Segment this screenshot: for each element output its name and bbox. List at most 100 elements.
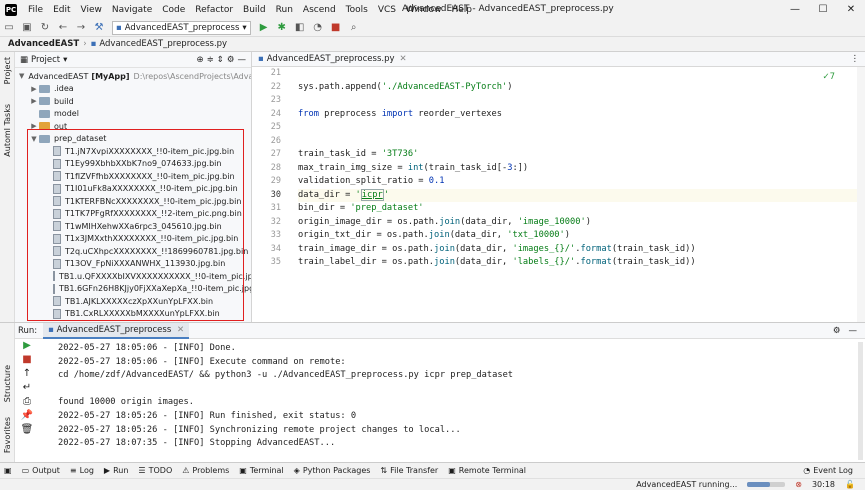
tree-folder[interactable]: ▶ build (15, 95, 251, 108)
background-task[interactable]: AdvancedEAST running... (636, 480, 737, 489)
run-tab[interactable]: ▪ AdvancedEAST_preprocess ✕ (43, 322, 190, 339)
project-panel-title[interactable]: Project (31, 55, 60, 65)
search-icon[interactable]: ⌕ (347, 21, 361, 35)
cancel-task-icon[interactable]: ⊗ (795, 480, 802, 489)
progress-bar[interactable] (747, 482, 786, 487)
soft-wrap-icon[interactable]: ↵ (23, 382, 31, 393)
run-icon[interactable]: ▶ (257, 21, 271, 35)
code-area[interactable]: sys.path.append('./AdvancedEAST-PyTorch'… (298, 67, 858, 270)
profile-icon[interactable]: ◔ (311, 21, 325, 35)
open-folder-icon[interactable]: ▭ (2, 21, 16, 35)
menu-build[interactable]: Build (238, 5, 271, 15)
layout-icon[interactable]: ▣ (4, 466, 12, 475)
chevron-right-icon[interactable]: ▶ (29, 97, 39, 105)
menu-edit[interactable]: Edit (48, 5, 75, 15)
inspection-widget[interactable]: ✓7 (822, 72, 835, 82)
expand-icon[interactable]: ⇕ (217, 55, 224, 65)
tool-tab-terminal[interactable]: ▣ Terminal (239, 466, 283, 475)
chevron-down-icon[interactable]: ▾ (63, 55, 67, 65)
tool-tab-problems[interactable]: ⚠ Problems (182, 466, 229, 475)
sync-icon[interactable]: ↻ (38, 21, 52, 35)
run-config-select[interactable]: ▪ AdvancedEAST_preprocess ▾ (112, 20, 251, 35)
app-logo-icon: PC (5, 3, 17, 16)
tool-tab-output[interactable]: ▭ Output (22, 466, 60, 475)
menu-code[interactable]: Code (157, 5, 190, 15)
code-line: max_train_img_size = int(train_task_id[-… (298, 162, 529, 173)
event-log-button[interactable]: ◔ Event Log (803, 466, 853, 475)
menu-view[interactable]: View (76, 5, 107, 15)
tool-tab-python-packages[interactable]: ◈ Python Packages (294, 466, 371, 475)
tool-tab-run[interactable]: ▶ Run (104, 466, 129, 475)
minimize-icon[interactable]: — (781, 0, 809, 19)
tree-folder[interactable]: ▶ .idea (15, 83, 251, 96)
line-number: 25 (270, 122, 281, 132)
more-tabs-icon[interactable]: ⋮ (851, 54, 860, 64)
menu-navigate[interactable]: Navigate (107, 5, 157, 15)
close-tab-icon[interactable]: ✕ (400, 54, 407, 64)
maximize-icon[interactable]: ☐ (809, 0, 837, 19)
editor-tab[interactable]: AdvancedEAST_preprocess.py (267, 54, 395, 64)
scroll-up-icon[interactable]: ↑ (23, 368, 31, 379)
tool-tab-log[interactable]: ≡ Log (70, 466, 94, 475)
gear-icon[interactable]: ⚙ (227, 55, 235, 65)
pin-icon[interactable]: 📌 (21, 410, 33, 421)
console-scrollbar[interactable] (858, 342, 863, 460)
window-controls: — ☐ ✕ (781, 0, 865, 19)
menu-file[interactable]: File (23, 5, 48, 15)
stop-icon[interactable]: ■ (329, 21, 343, 35)
folder-icon (39, 97, 50, 106)
gear-icon[interactable]: ⚙ (833, 326, 841, 336)
console-output[interactable]: 2022-05-27 18:05:06 - [INFO] Done. 2022-0… (58, 342, 513, 451)
chevron-down-icon[interactable]: ▼ (19, 72, 24, 80)
collapse-all-icon[interactable]: ≑ (207, 55, 214, 65)
caret-position[interactable]: 30:18 (812, 480, 835, 489)
line-number: 24 (270, 108, 281, 119)
tool-tab-remote-terminal[interactable]: ▣ Remote Terminal (448, 466, 526, 475)
hide-icon[interactable]: — (238, 55, 247, 65)
lock-icon[interactable]: 🔓 (845, 480, 855, 489)
automl-tool-tab[interactable]: AutomI Tasks (3, 104, 12, 157)
tool-tab-file-transfer[interactable]: ⇅ File Transfer (380, 466, 438, 475)
rerun-icon[interactable]: ▶ (23, 340, 31, 351)
menu-refactor[interactable]: Refactor (190, 5, 238, 15)
menu-ascend[interactable]: Ascend (298, 5, 341, 15)
tool-tab-todo[interactable]: ☰ TODO (138, 466, 172, 475)
console-line: 2022-05-27 18:05:06 - [INFO] Done. (58, 343, 236, 353)
breadcrumb-file[interactable]: AdvancedEAST_preprocess.py (99, 39, 227, 49)
console-line: 2022-05-27 18:07:35 - [INFO] Stopping Ad… (58, 438, 336, 449)
line-number: 29 (270, 176, 281, 186)
trash-icon[interactable]: 🗑 (21, 424, 34, 435)
print-icon[interactable]: ⎙ (23, 396, 31, 407)
tool-tab-label: Problems (192, 466, 230, 475)
code-line: origin_image_dir = os.path.join(data_dir… (298, 216, 591, 227)
project-tool-tab[interactable]: Project (3, 57, 12, 84)
forward-icon[interactable]: → (74, 21, 88, 35)
editor-scrollbar[interactable] (857, 67, 865, 322)
menu-run[interactable]: Run (271, 5, 298, 15)
close-tab-icon[interactable]: ✕ (177, 325, 184, 335)
debug-icon[interactable]: ✱ (275, 21, 289, 35)
code-editor[interactable]: ▪ AdvancedEAST_preprocess.py ✕ ⋮ 21 22 23 2… (252, 52, 865, 322)
save-all-icon[interactable]: ▣ (20, 21, 34, 35)
menu-vcs[interactable]: VCS (373, 5, 401, 15)
tree-root[interactable]: ▼ AdvancedEAST [MyApp] D:\repos\AscendPr… (15, 70, 251, 83)
breadcrumb-separator: › (83, 39, 87, 49)
back-icon[interactable]: ← (56, 21, 70, 35)
favorites-tool-tab[interactable]: Favorites (3, 417, 12, 453)
output-icon: ▭ (21, 466, 30, 475)
root-path: D:\repos\AscendProjects\AdvancedE... (133, 71, 251, 81)
breadcrumb-project[interactable]: AdvancedEAST (8, 39, 79, 49)
coverage-icon[interactable]: ◧ (293, 21, 307, 35)
menu-tools[interactable]: Tools (341, 5, 373, 15)
build-hammer-icon[interactable]: ⚒ (92, 21, 106, 35)
chevron-right-icon[interactable]: ▶ (29, 85, 39, 93)
stop-icon[interactable]: ■ (22, 354, 31, 365)
close-icon[interactable]: ✕ (837, 0, 865, 19)
locate-icon[interactable]: ⊕ (197, 55, 204, 65)
tree-folder[interactable]: model (15, 108, 251, 121)
console-line: cd /home/zdf/AdvancedEAST/ && python3 -u… (58, 370, 514, 381)
bottom-tool-bar: ▣ ▭ Output ≡ Log ▶ Run ☰ TODO ⚠ Problems ▣ Terminal… (0, 462, 865, 478)
tool-tab-label: Log (79, 466, 94, 475)
structure-tool-tab[interactable]: Structure (3, 365, 12, 402)
hide-icon[interactable]: — (849, 326, 858, 336)
